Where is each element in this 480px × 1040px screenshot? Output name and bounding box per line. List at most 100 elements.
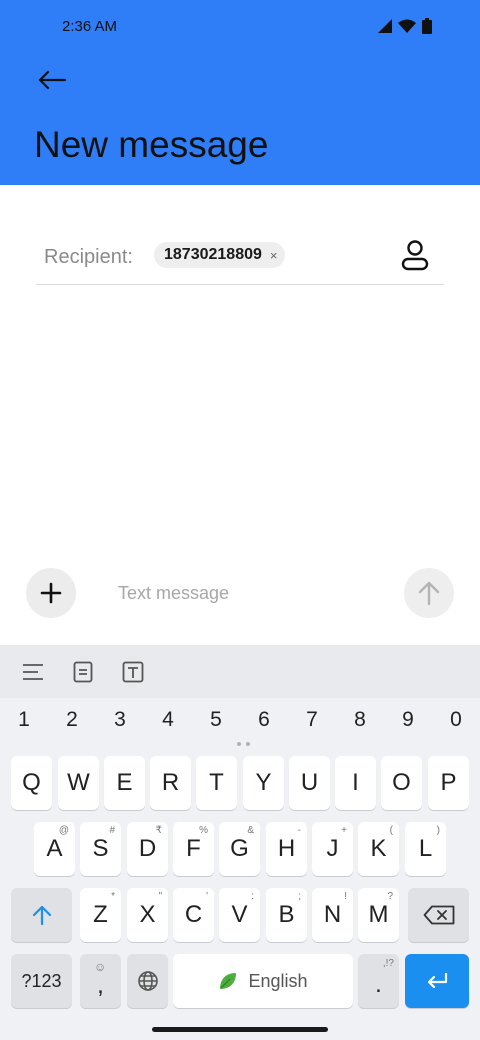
key-m[interactable]: M? bbox=[358, 888, 399, 942]
comma-label: , bbox=[97, 972, 104, 999]
space-label: English bbox=[248, 970, 308, 991]
home-indicator[interactable] bbox=[152, 1027, 328, 1032]
key-z-label: Z bbox=[93, 901, 108, 928]
key-z[interactable]: Z * bbox=[80, 888, 121, 942]
key-h-label: H bbox=[277, 835, 296, 862]
key-z-hint: * bbox=[111, 891, 115, 902]
period-key[interactable]: ,!? . bbox=[358, 954, 399, 1008]
key-j-hint: + bbox=[341, 825, 347, 836]
key-l-label: L bbox=[418, 835, 433, 862]
key-n[interactable]: N! bbox=[312, 888, 353, 942]
language-key[interactable] bbox=[127, 954, 168, 1008]
key-0[interactable]: 0 bbox=[432, 708, 480, 732]
key-u[interactable]: U bbox=[289, 756, 330, 810]
back-button[interactable] bbox=[30, 62, 74, 98]
key-n-label: N bbox=[323, 901, 342, 928]
recipient-row[interactable]: Recipient: 18730218809 × bbox=[36, 232, 444, 285]
key-2[interactable]: 2 bbox=[48, 708, 96, 732]
key-k[interactable]: K( bbox=[358, 822, 399, 876]
key-x[interactable]: X " bbox=[127, 888, 168, 942]
lines-icon bbox=[23, 663, 43, 680]
menu-tool-button[interactable] bbox=[20, 659, 46, 685]
clipboard-tool-button[interactable] bbox=[70, 659, 96, 685]
key-e[interactable]: E bbox=[104, 756, 145, 810]
key-v-label: V bbox=[231, 901, 248, 928]
shift-arrow-icon bbox=[32, 905, 51, 926]
page-dots bbox=[237, 742, 250, 746]
arrow-left-icon bbox=[38, 70, 66, 90]
key-a[interactable]: A @ bbox=[34, 822, 75, 876]
symbols-key[interactable]: ?123 bbox=[11, 954, 72, 1008]
recipient-chip[interactable]: 18730218809 × bbox=[154, 242, 286, 268]
key-v-hint: : bbox=[251, 891, 254, 902]
key-b-label: B bbox=[278, 901, 295, 928]
number-row: 1 2 3 4 5 6 7 8 9 0 bbox=[0, 708, 480, 742]
remove-recipient-icon[interactable]: × bbox=[270, 248, 278, 263]
key-f-hint: % bbox=[199, 825, 208, 836]
key-s-label: S bbox=[92, 835, 109, 862]
key-v[interactable]: V: bbox=[219, 888, 260, 942]
enter-key[interactable] bbox=[405, 954, 469, 1008]
status-icons bbox=[378, 18, 432, 34]
person-icon bbox=[401, 240, 429, 271]
clipboard-icon bbox=[73, 661, 93, 682]
send-button[interactable] bbox=[404, 568, 454, 618]
key-b[interactable]: B; bbox=[266, 888, 307, 942]
shift-key[interactable] bbox=[11, 888, 72, 942]
space-key[interactable]: English bbox=[173, 954, 353, 1008]
key-c-label: C bbox=[184, 901, 203, 928]
key-a-label: A bbox=[46, 835, 63, 862]
key-m-hint: ? bbox=[387, 891, 393, 902]
recipient-chip-number: 18730218809 bbox=[164, 246, 262, 263]
key-3[interactable]: 3 bbox=[96, 708, 144, 732]
key-l[interactable]: L) bbox=[405, 822, 446, 876]
key-9[interactable]: 9 bbox=[384, 708, 432, 732]
battery-icon bbox=[422, 18, 432, 34]
period-hint: ,!? bbox=[382, 958, 394, 969]
status-time: 2:36 AM bbox=[62, 18, 118, 35]
key-o[interactable]: O bbox=[381, 756, 422, 810]
key-y[interactable]: Y bbox=[243, 756, 284, 810]
key-f[interactable]: F% bbox=[173, 822, 214, 876]
key-5[interactable]: 5 bbox=[192, 708, 240, 732]
key-s[interactable]: S # bbox=[80, 822, 121, 876]
globe-icon bbox=[137, 971, 158, 991]
keyboard-toolbar bbox=[0, 645, 480, 698]
text-tool-button[interactable] bbox=[120, 659, 146, 685]
arrow-up-icon bbox=[418, 581, 440, 606]
key-i[interactable]: I bbox=[335, 756, 376, 810]
key-1[interactable]: 1 bbox=[0, 708, 48, 732]
key-r[interactable]: R bbox=[150, 756, 191, 810]
key-4[interactable]: 4 bbox=[144, 708, 192, 732]
key-s-hint: # bbox=[109, 825, 115, 836]
key-h[interactable]: H- bbox=[266, 822, 307, 876]
key-x-hint: " bbox=[158, 891, 162, 902]
message-input[interactable]: Text message bbox=[118, 583, 229, 604]
key-6[interactable]: 6 bbox=[240, 708, 288, 732]
key-p[interactable]: P bbox=[428, 756, 469, 810]
period-label: . bbox=[375, 971, 382, 998]
key-t[interactable]: T bbox=[196, 756, 237, 810]
key-c[interactable]: C ' bbox=[173, 888, 214, 942]
key-d[interactable]: D ₹ bbox=[127, 822, 168, 876]
key-w[interactable]: W bbox=[58, 756, 99, 810]
key-8[interactable]: 8 bbox=[336, 708, 384, 732]
key-j-label: J bbox=[326, 835, 339, 862]
key-g[interactable]: G & bbox=[219, 822, 260, 876]
signal-icon bbox=[378, 19, 392, 33]
contact-picker-button[interactable] bbox=[398, 238, 432, 272]
keyboard-keys: 1 2 3 4 5 6 7 8 9 0 Q W E R T Y U I O P … bbox=[0, 698, 480, 1040]
key-m-label: M bbox=[368, 901, 389, 928]
key-q[interactable]: Q bbox=[11, 756, 52, 810]
key-a-hint: @ bbox=[58, 825, 69, 836]
emoji-comma-key[interactable]: ☺ , bbox=[80, 954, 121, 1008]
key-j[interactable]: J + bbox=[312, 822, 353, 876]
backspace-key[interactable] bbox=[408, 888, 469, 942]
keyboard: 1 2 3 4 5 6 7 8 9 0 Q W E R T Y U I O P … bbox=[0, 645, 480, 1040]
key-7[interactable]: 7 bbox=[288, 708, 336, 732]
enter-arrow-icon bbox=[427, 972, 448, 989]
add-attachment-button[interactable] bbox=[26, 568, 76, 618]
app-header: 2:36 AM New message bbox=[0, 0, 480, 185]
plus-icon bbox=[40, 582, 62, 604]
text-format-icon bbox=[122, 661, 144, 682]
